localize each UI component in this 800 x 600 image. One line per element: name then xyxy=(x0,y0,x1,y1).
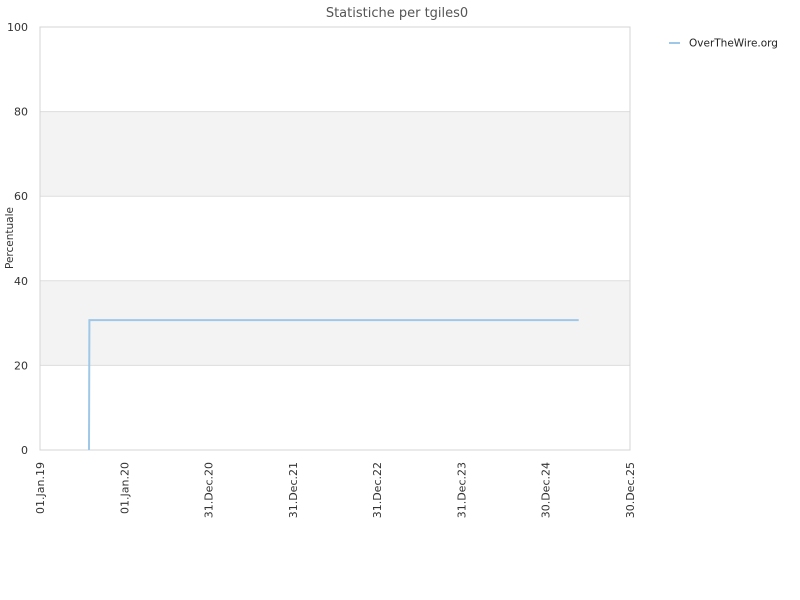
x-tick-label: 31.Dec.23 xyxy=(455,462,468,518)
x-tick-label: 30.Dec.25 xyxy=(624,462,637,518)
y-tick-label: 0 xyxy=(21,444,28,457)
chart-svg: Statistiche per tgiles0 0 20 40 60 80 100 01.… xyxy=(4,6,778,518)
x-tick-label: 31.Dec.20 xyxy=(203,462,216,518)
y-tick-label: 40 xyxy=(14,275,28,288)
y-tick-label: 80 xyxy=(14,106,28,119)
plot-bands xyxy=(40,27,630,450)
x-tick-label: 31.Dec.21 xyxy=(287,462,300,518)
y-tick-label: 60 xyxy=(14,190,28,203)
chart-title: Statistiche per tgiles0 xyxy=(326,6,468,21)
legend: OverTheWire.org xyxy=(669,38,778,50)
x-tick-label: 30.Dec.24 xyxy=(540,462,553,518)
y-tick-label: 20 xyxy=(14,359,28,372)
plot-band xyxy=(40,196,630,281)
x-axis-ticks: 01.Jan.19 01.Jan.20 31.Dec.20 31.Dec.21 31.D… xyxy=(34,462,637,518)
x-tick-label: 31.Dec.22 xyxy=(371,462,384,518)
y-tick-label: 100 xyxy=(7,21,28,34)
chart: Statistiche per tgiles0 0 20 40 60 80 100 01.… xyxy=(0,0,800,600)
y-axis-label: Percentuale xyxy=(4,207,16,269)
plot-band xyxy=(40,27,630,112)
plot-band xyxy=(40,280,630,366)
x-tick-label: 01.Jan.20 xyxy=(118,462,131,514)
legend-label: OverTheWire.org xyxy=(689,38,778,50)
plot-band xyxy=(40,111,630,197)
plot-band xyxy=(40,365,630,450)
x-tick-label: 01.Jan.19 xyxy=(34,462,47,514)
